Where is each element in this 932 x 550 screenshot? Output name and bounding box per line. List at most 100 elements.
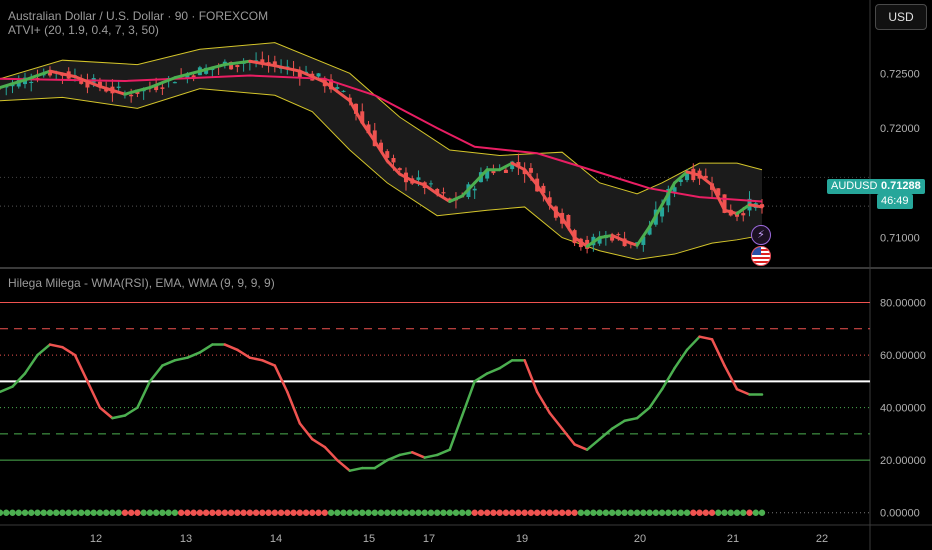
rsi-segment [410, 451, 426, 459]
signal-dot [21, 509, 29, 516]
rsi-segment [23, 353, 39, 375]
signal-dot [327, 509, 335, 516]
signal-dot [571, 509, 578, 516]
signal-dot [708, 509, 716, 516]
signal-dot [446, 509, 453, 516]
signal-dot [0, 509, 4, 516]
signal-dot [359, 509, 366, 516]
signal-dot [134, 509, 141, 516]
price-axis[interactable]: 0.725000.720000.715000.7100080.0000060.0… [880, 68, 926, 519]
signal-dot [252, 509, 260, 516]
signal-dot [421, 509, 428, 516]
signal-dot [409, 509, 416, 516]
currency-button[interactable]: USD [875, 4, 927, 30]
candle-body [397, 168, 402, 171]
candle-body [129, 94, 134, 97]
chart-title: Australian Dollar / U.S. Dollar · 90 · F… [8, 9, 269, 23]
rsi-segment [186, 351, 202, 359]
lightning-icon[interactable]: ⚡ [751, 225, 771, 245]
rsi-segment [11, 372, 27, 388]
signal-dot [127, 509, 135, 516]
signal-dot [352, 509, 360, 516]
signal-dot [746, 509, 753, 516]
signal-dot [15, 509, 22, 516]
signal-dot [552, 509, 560, 516]
rsi-segment [585, 437, 601, 451]
signal-dot [665, 509, 672, 516]
price-tick-label: 0.72000 [880, 123, 920, 135]
rsi-segment [385, 453, 401, 462]
signal-dot [721, 509, 728, 516]
signal-dot [302, 509, 310, 516]
signal-dot [627, 509, 635, 516]
rsi-segment [473, 372, 489, 383]
signal-dot [296, 509, 304, 516]
signal-dot [696, 509, 703, 516]
signal-dot [290, 509, 297, 516]
signal-dot [702, 509, 709, 516]
signal-dot [490, 509, 497, 516]
signal-dot [202, 509, 210, 516]
signal-dot [521, 509, 528, 516]
time-tick-label: 22 [816, 533, 828, 545]
signal-dot [727, 509, 734, 516]
signal-dot [146, 509, 154, 516]
rsi-segment [698, 335, 714, 341]
rsi-segment [173, 356, 189, 362]
signal-dot [646, 509, 653, 516]
rsi-segment [286, 390, 302, 425]
rsi-segment [660, 366, 676, 391]
signal-dot [9, 509, 16, 516]
rsi-tick-label: 60.00000 [880, 350, 926, 362]
signal-dot [602, 509, 610, 516]
candle-body [441, 192, 446, 194]
signal-dot [140, 509, 147, 516]
rsi-segment [236, 348, 252, 359]
rsi-tick-label: 20.00000 [880, 455, 926, 467]
rsi-panel [0, 302, 870, 516]
candle-body [316, 73, 321, 77]
candle-body [616, 234, 621, 236]
us-flag-icon[interactable] [751, 246, 771, 266]
signal-dot [246, 509, 254, 516]
signal-dot [371, 509, 378, 516]
time-tick-label: 15 [363, 533, 375, 545]
time-axis[interactable]: 12 13 14 15 17 19 20 21 22 [90, 533, 828, 545]
signal-dot [165, 509, 172, 516]
rsi-segment [111, 414, 127, 420]
signal-dot [184, 509, 191, 516]
fast-ma-segment [223, 61, 239, 67]
rsi-segment [548, 411, 564, 430]
signal-dot [227, 509, 235, 516]
signal-dot [159, 509, 166, 516]
rsi-segment [86, 380, 102, 409]
rsi-segment [523, 359, 539, 394]
signal-dot [3, 509, 10, 516]
signal-dot [40, 509, 47, 516]
signal-dot [458, 509, 466, 516]
rsi-segment [198, 343, 214, 354]
indicator-legend-top[interactable]: ATVI+ (20, 1.9, 0.4, 7, 3, 50) [8, 23, 159, 37]
candle-body [428, 183, 433, 185]
signal-dot [608, 509, 616, 516]
rsi-segment [336, 458, 352, 472]
signal-dot [152, 509, 160, 516]
indicator-legend-bottom[interactable]: Hilega Milega - WMA(RSI), EMA, WMA (9, 9… [8, 276, 275, 290]
signal-dot [65, 509, 72, 516]
signal-dot [396, 509, 403, 516]
signal-dot [621, 509, 628, 516]
signal-dot [465, 509, 472, 516]
rsi-segment [98, 406, 114, 420]
rsi-segment [273, 364, 289, 394]
signal-dot [102, 509, 110, 516]
trading-chart[interactable]: 0.725000.720000.715000.7100080.0000060.0… [0, 0, 932, 550]
signal-dot [502, 509, 510, 516]
signal-dot [309, 509, 316, 516]
signal-dot [677, 509, 685, 516]
signal-dot [334, 509, 341, 516]
signal-dot [90, 509, 97, 516]
countdown-badge: 46:49 [877, 194, 913, 209]
rsi-segment [423, 453, 439, 459]
rsi-segment [485, 366, 501, 375]
rsi-segment [123, 406, 139, 417]
